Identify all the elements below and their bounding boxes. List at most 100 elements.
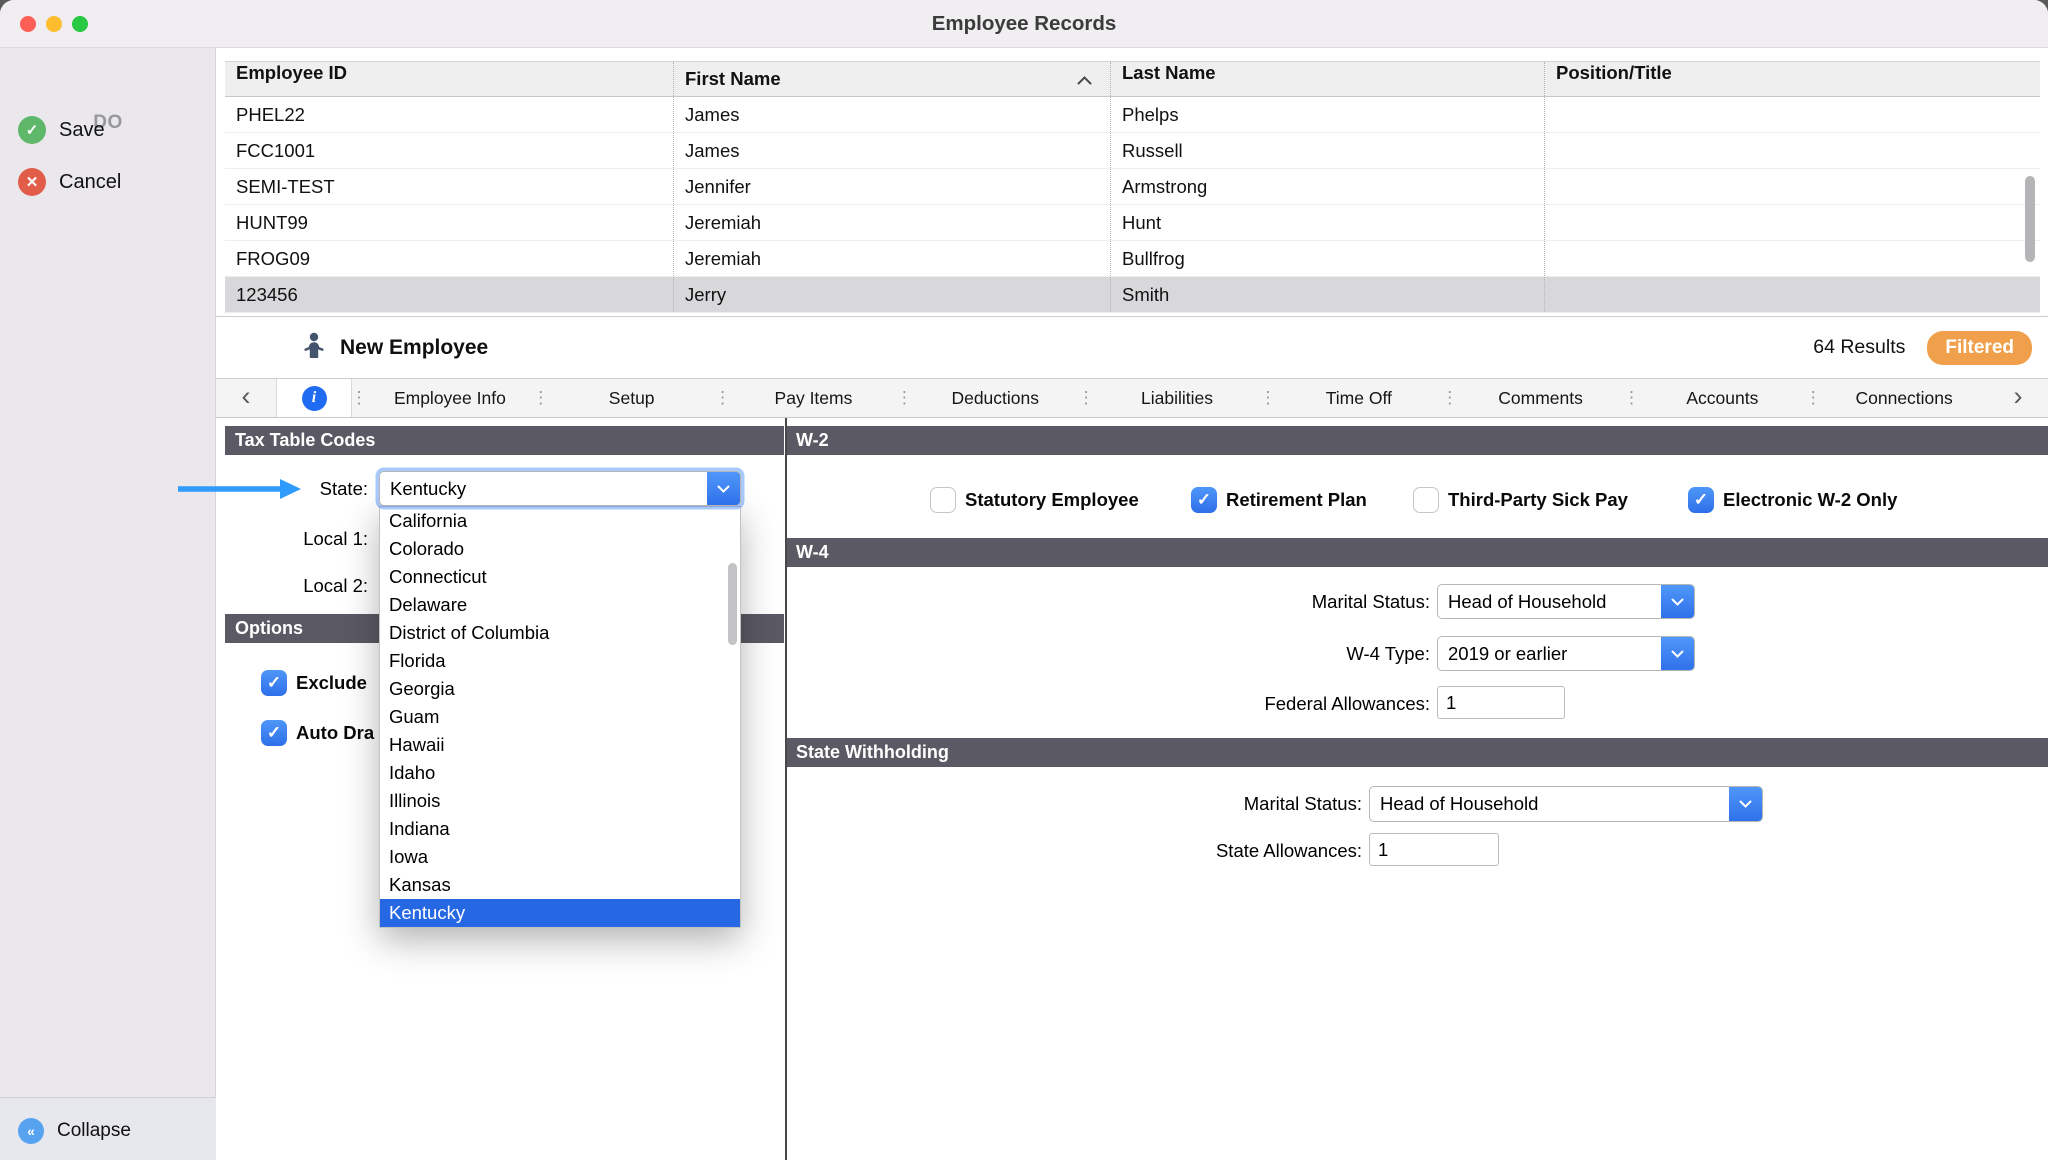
collapse-button[interactable]: « Collapse bbox=[18, 1116, 131, 1146]
tab-time-off[interactable]: Time Off bbox=[1275, 379, 1443, 417]
statutory-employee-checkbox[interactable] bbox=[930, 487, 956, 513]
state-option[interactable]: Guam bbox=[380, 703, 740, 731]
save-button[interactable]: ✓ Save bbox=[18, 115, 105, 145]
tab-accounts[interactable]: Accounts bbox=[1638, 379, 1806, 417]
cell-position bbox=[1544, 241, 2040, 276]
retirement-plan-checkbox-group: Retirement Plan bbox=[1191, 487, 1367, 513]
table-row[interactable]: SEMI-TEST Jennifer Armstrong bbox=[225, 169, 2040, 205]
tab-separator-icon: ⋮ bbox=[352, 379, 366, 417]
state-marital-status-select[interactable]: Head of Household bbox=[1369, 786, 1763, 822]
tab-separator-icon: ⋮ bbox=[716, 379, 730, 417]
state-option-highlighted[interactable]: Kentucky bbox=[380, 899, 740, 927]
tab-separator-icon: ⋮ bbox=[1079, 379, 1093, 417]
electronic-w2-only-checkbox[interactable] bbox=[1688, 487, 1714, 513]
column-header-position[interactable]: Position/Title bbox=[1544, 62, 2040, 96]
cell-employee-id: 123456 bbox=[225, 277, 673, 312]
exclude-checkbox-group: Exclude bbox=[261, 670, 367, 696]
third-party-sick-pay-checkbox-group: Third-Party Sick Pay bbox=[1413, 487, 1628, 513]
cell-employee-id: SEMI-TEST bbox=[225, 169, 673, 204]
state-option[interactable]: District of Columbia bbox=[380, 619, 740, 647]
tab-pay-items[interactable]: Pay Items bbox=[730, 379, 898, 417]
cell-first-name: James bbox=[673, 133, 1110, 168]
cell-last-name: Armstrong bbox=[1110, 169, 1544, 204]
state-option[interactable]: Idaho bbox=[380, 759, 740, 787]
state-allowances-label: State Allowances: bbox=[1062, 840, 1362, 862]
tabs-scroll-left-button[interactable]: ‹ bbox=[216, 379, 276, 417]
state-option[interactable]: Indiana bbox=[380, 815, 740, 843]
retirement-plan-checkbox[interactable] bbox=[1191, 487, 1217, 513]
third-party-sick-pay-checkbox[interactable] bbox=[1413, 487, 1439, 513]
state-option[interactable]: Georgia bbox=[380, 675, 740, 703]
state-option[interactable]: Illinois bbox=[380, 787, 740, 815]
state-option[interactable]: Hawaii bbox=[380, 731, 740, 759]
state-marital-status-value: Head of Household bbox=[1380, 787, 1538, 821]
tab-separator-icon: ⋮ bbox=[534, 379, 548, 417]
cell-position bbox=[1544, 97, 2040, 132]
column-header-first-name[interactable]: First Name bbox=[673, 62, 1110, 96]
list-scrollbar-thumb[interactable] bbox=[728, 563, 737, 645]
state-select-value: Kentucky bbox=[390, 472, 466, 505]
collapse-chevrons-icon: « bbox=[18, 1118, 44, 1144]
column-header-last-name[interactable]: Last Name bbox=[1110, 62, 1544, 96]
tab-connections[interactable]: Connections bbox=[1820, 379, 1988, 417]
electronic-w2-only-checkbox-group: Electronic W-2 Only bbox=[1688, 487, 1897, 513]
record-title: New Employee bbox=[340, 336, 488, 360]
collapse-label: Collapse bbox=[57, 1120, 131, 1142]
table-row[interactable]: PHEL22 James Phelps bbox=[225, 97, 2040, 133]
auto-draw-label: Auto Dra bbox=[296, 722, 374, 744]
chevron-down-icon bbox=[1661, 585, 1694, 618]
chevron-down-icon bbox=[1729, 787, 1762, 821]
state-option[interactable]: Colorado bbox=[380, 535, 740, 563]
tab-separator-icon: ⋮ bbox=[897, 379, 911, 417]
electronic-w2-only-label: Electronic W-2 Only bbox=[1723, 489, 1897, 511]
marital-status-select[interactable]: Head of Household bbox=[1437, 584, 1695, 619]
tab-employee-info[interactable]: Employee Info bbox=[366, 379, 534, 417]
column-header-label: First Name bbox=[685, 68, 781, 90]
marital-status-value: Head of Household bbox=[1448, 585, 1606, 618]
save-label: Save bbox=[59, 119, 105, 142]
state-option[interactable]: Kansas bbox=[380, 871, 740, 899]
cell-position bbox=[1544, 169, 2040, 204]
state-withholding-header: State Withholding bbox=[786, 738, 2048, 767]
table-scrollbar-thumb[interactable] bbox=[2025, 176, 2035, 262]
tab-liabilities[interactable]: Liabilities bbox=[1093, 379, 1261, 417]
federal-allowances-input[interactable] bbox=[1437, 686, 1565, 719]
retirement-plan-label: Retirement Plan bbox=[1226, 489, 1367, 511]
filtered-badge[interactable]: Filtered bbox=[1927, 331, 2032, 365]
window-title: Employee Records bbox=[0, 0, 2048, 48]
state-option[interactable]: Connecticut bbox=[380, 563, 740, 591]
cell-first-name: Jeremiah bbox=[673, 205, 1110, 240]
table-row[interactable]: FROG09 Jeremiah Bullfrog bbox=[225, 241, 2040, 277]
cell-first-name: Jennifer bbox=[673, 169, 1110, 204]
cell-employee-id: HUNT99 bbox=[225, 205, 673, 240]
tab-info-selected[interactable]: i bbox=[276, 379, 352, 417]
state-select[interactable]: Kentucky bbox=[379, 471, 741, 506]
state-option[interactable]: Florida bbox=[380, 647, 740, 675]
state-option[interactable]: California bbox=[380, 507, 740, 535]
state-option[interactable]: Iowa bbox=[380, 843, 740, 871]
state-marital-status-label: Marital Status: bbox=[1062, 793, 1362, 815]
w4-type-select[interactable]: 2019 or earlier bbox=[1437, 636, 1695, 671]
column-header-employee-id[interactable]: Employee ID bbox=[225, 62, 673, 96]
tab-deductions[interactable]: Deductions bbox=[911, 379, 1079, 417]
cancel-button[interactable]: ✕ Cancel bbox=[18, 167, 121, 197]
statutory-employee-label: Statutory Employee bbox=[965, 489, 1139, 511]
tab-separator-icon: ⋮ bbox=[1261, 379, 1275, 417]
table-row[interactable]: HUNT99 Jeremiah Hunt bbox=[225, 205, 2040, 241]
tab-setup[interactable]: Setup bbox=[548, 379, 716, 417]
tab-separator-icon: ⋮ bbox=[1624, 379, 1638, 417]
state-option[interactable]: Delaware bbox=[380, 591, 740, 619]
exclude-checkbox[interactable] bbox=[261, 670, 287, 696]
title-bar: Employee Records bbox=[0, 0, 2048, 48]
auto-draw-checkbox-group: Auto Dra bbox=[261, 720, 374, 746]
table-row-selected[interactable]: 123456 Jerry Smith bbox=[225, 277, 2040, 313]
cell-position bbox=[1544, 205, 2040, 240]
state-allowances-input[interactable] bbox=[1369, 833, 1499, 866]
tabs-scroll-right-button[interactable]: › bbox=[1988, 379, 2048, 417]
tab-comments[interactable]: Comments bbox=[1457, 379, 1625, 417]
cell-employee-id: PHEL22 bbox=[225, 97, 673, 132]
auto-draw-checkbox[interactable] bbox=[261, 720, 287, 746]
table-row[interactable]: FCC1001 James Russell bbox=[225, 133, 2040, 169]
w4-header: W-4 bbox=[786, 538, 2048, 567]
cell-first-name: Jerry bbox=[673, 277, 1110, 312]
